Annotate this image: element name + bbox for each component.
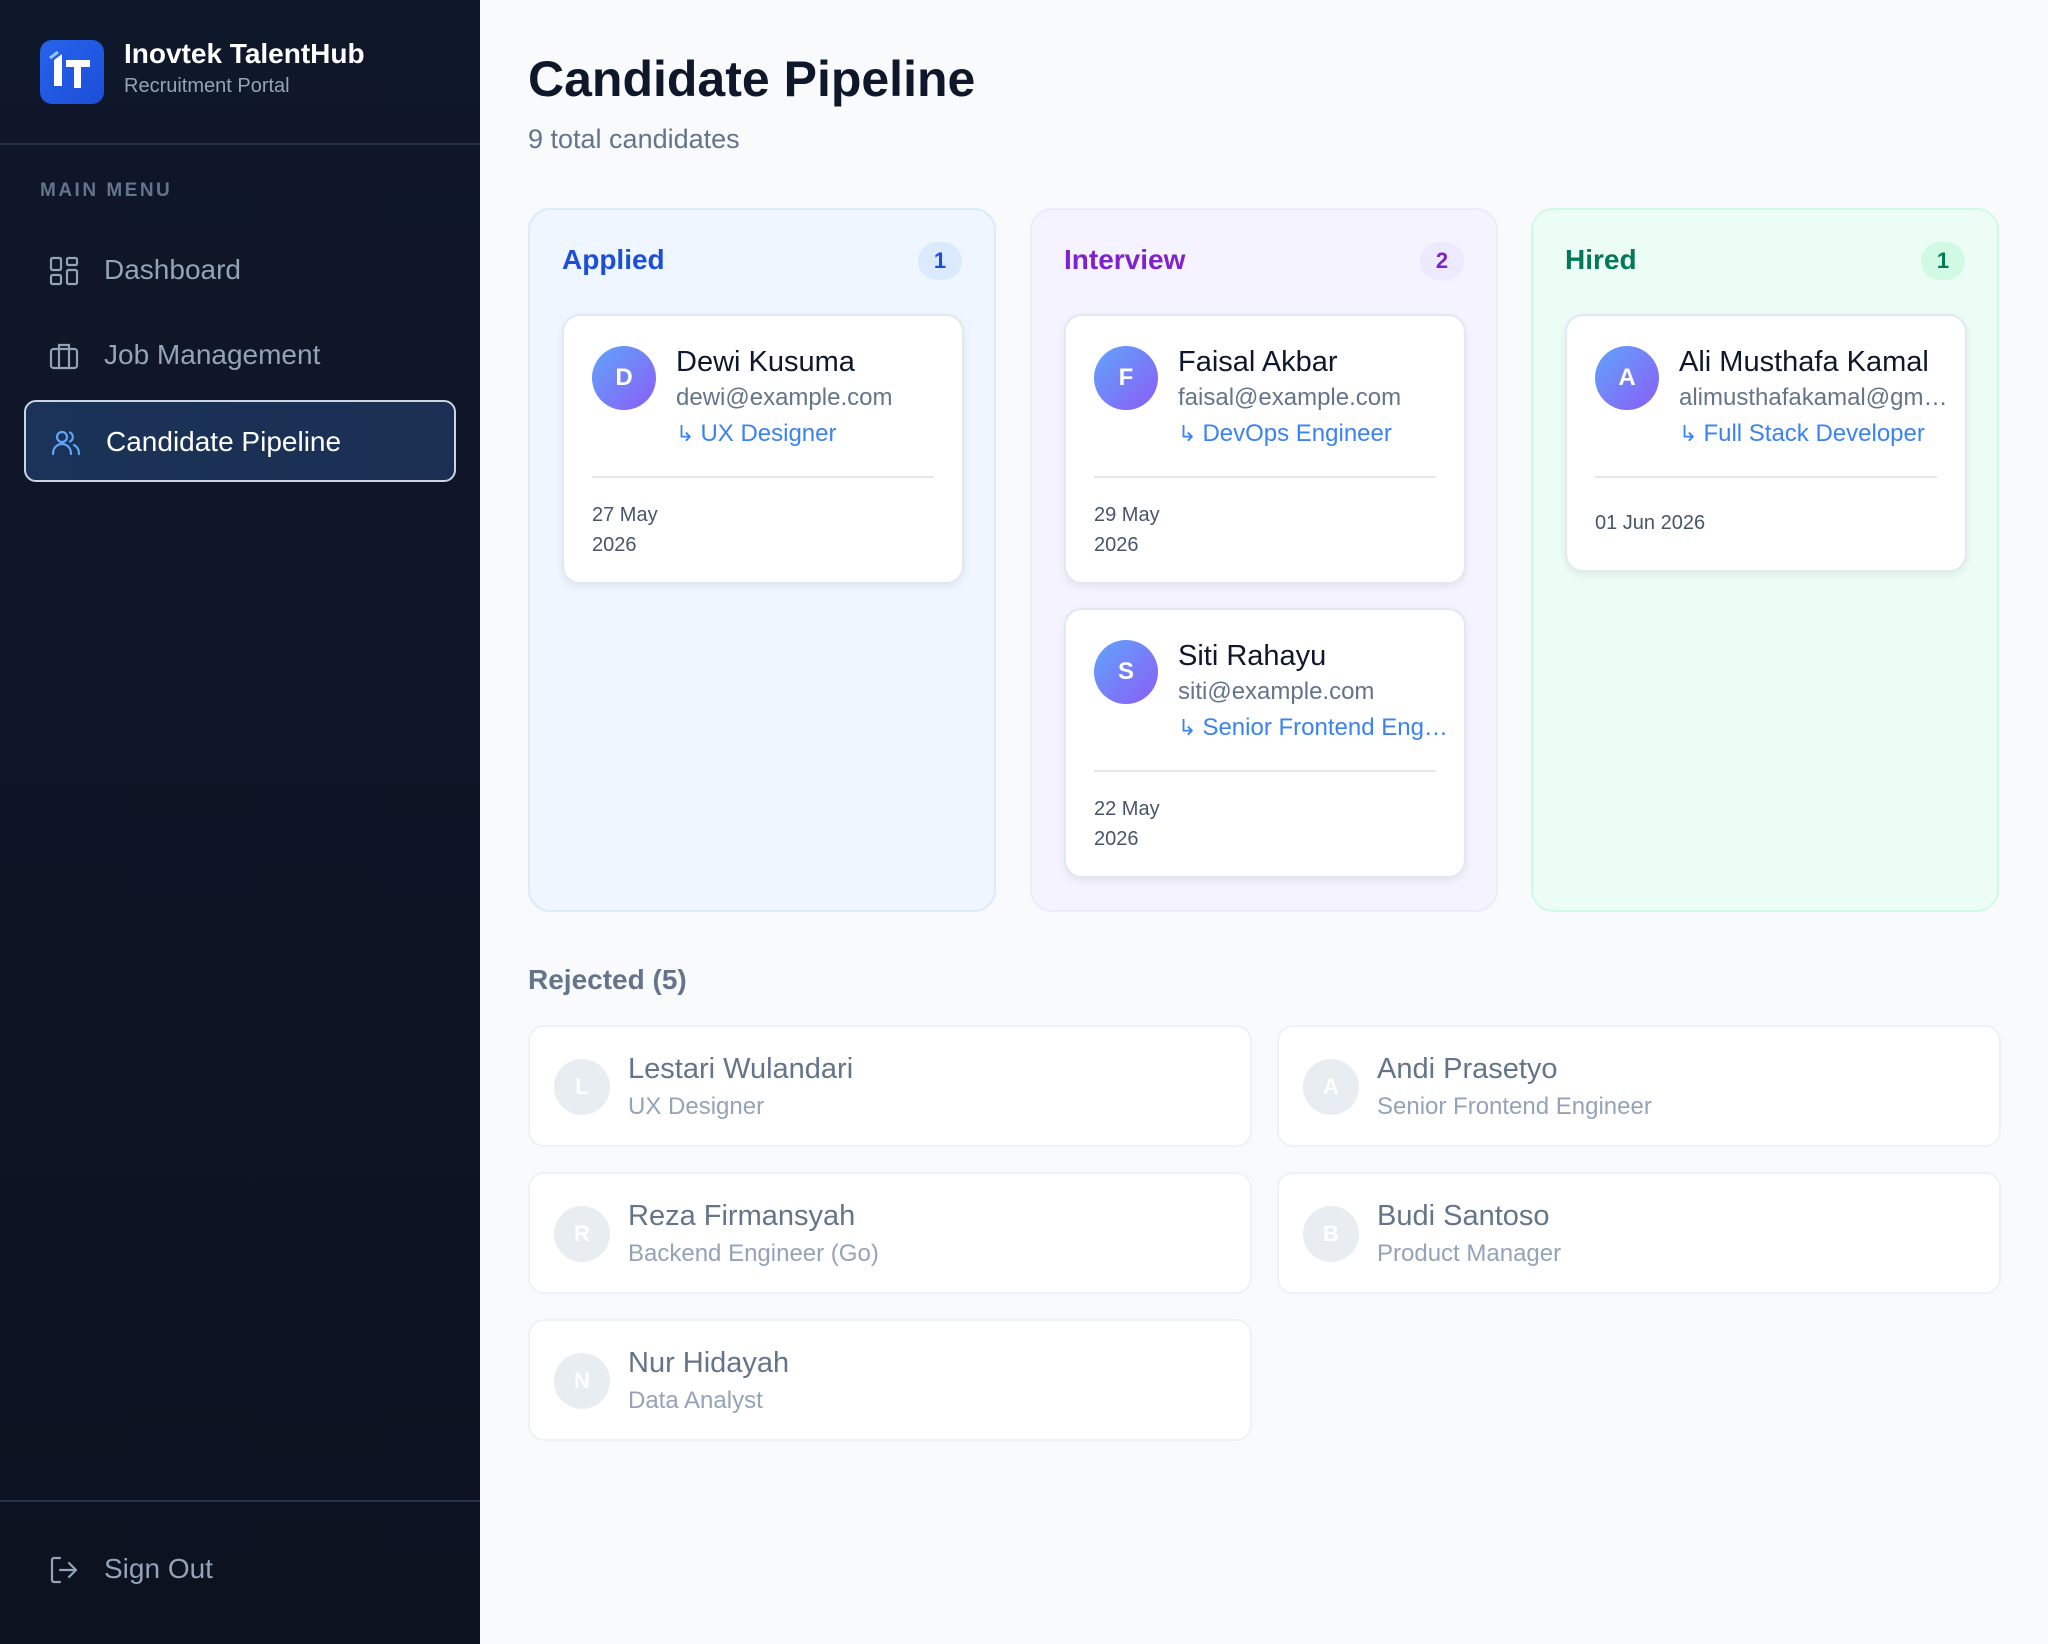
- brand-name: Inovtek TalentHub: [124, 38, 365, 69]
- sidebar-item-label: Candidate Pipeline: [106, 426, 342, 457]
- candidate-role: ↳ Full Stack Developer: [1679, 420, 1949, 448]
- candidate-role-text: Full Stack Developer: [1703, 420, 1925, 447]
- card-divider: [592, 476, 934, 478]
- candidate-role: ↳ DevOps Engineer: [1178, 420, 1448, 448]
- avatar: D: [592, 346, 656, 410]
- candidate-role: ↳ UX Designer: [676, 420, 946, 448]
- pipeline-column-applied: Applied 1 D Dewi Kusuma dewi@example.com…: [528, 208, 996, 912]
- sub-arrow-icon: ↳: [676, 421, 695, 446]
- candidate-name: Lestari Wulandari: [628, 1053, 854, 1085]
- candidate-name: Ali Musthafa Kamal: [1679, 346, 1929, 378]
- avatar: A: [1303, 1059, 1359, 1115]
- candidate-role: Backend Engineer (Go): [628, 1240, 879, 1267]
- candidate-count: 9 total candidates: [528, 124, 740, 154]
- rejected-candidate-card[interactable]: R Reza Firmansyah Backend Engineer (Go): [528, 1172, 1252, 1294]
- column-title: Interview: [1064, 244, 1186, 275]
- grid-icon: [49, 256, 79, 286]
- candidate-email: faisal@example.com: [1178, 384, 1402, 411]
- column-count-badge: 1: [918, 242, 962, 280]
- avatar: S: [1094, 640, 1158, 704]
- users-icon: [51, 430, 81, 456]
- candidate-date: 22 May 2026: [1094, 798, 1160, 850]
- candidate-name: Nur Hidayah: [628, 1347, 790, 1379]
- candidate-date: 29 May 2026: [1094, 504, 1160, 556]
- candidate-name: Budi Santoso: [1377, 1200, 1550, 1232]
- candidate-role: Data Analyst: [628, 1387, 763, 1414]
- candidate-role-text: DevOps Engineer: [1202, 420, 1392, 447]
- avatar: A: [1595, 346, 1659, 410]
- sub-arrow-icon: ↳: [1679, 421, 1698, 446]
- column-count-badge: 2: [1420, 242, 1464, 280]
- candidate-role: Product Manager: [1377, 1240, 1562, 1267]
- candidate-name: Andi Prasetyo: [1377, 1053, 1558, 1085]
- brand-header: Inovtek TalentHub Recruitment Portal: [0, 0, 480, 145]
- sign-out-button[interactable]: Sign Out: [24, 1534, 456, 1604]
- candidate-role-text: Senior Frontend Engineer: [1202, 714, 1448, 741]
- sign-out-icon: [50, 1556, 78, 1584]
- candidate-name: Reza Firmansyah: [628, 1200, 856, 1232]
- avatar: R: [554, 1206, 610, 1262]
- candidate-date: 27 May 2026: [592, 504, 658, 556]
- avatar: N: [554, 1353, 610, 1409]
- sidebar-item-label: Dashboard: [104, 254, 241, 285]
- candidate-name: Siti Rahayu: [1178, 640, 1327, 672]
- candidate-card[interactable]: S Siti Rahayu siti@example.com ↳ Senior F…: [1064, 608, 1466, 878]
- candidate-role: ↳Senior Frontend Engineer: [1178, 714, 1448, 742]
- pipeline-column-interview: Interview 2 F Faisal Akbar faisal@exampl…: [1030, 208, 1498, 912]
- avatar: B: [1303, 1206, 1359, 1262]
- brand-subtitle: Recruitment Portal: [124, 75, 290, 97]
- briefcase-icon: [49, 343, 79, 370]
- sub-arrow-icon: ↳: [1178, 421, 1197, 446]
- candidate-role-text: UX Designer: [700, 420, 837, 447]
- candidate-card[interactable]: D Dewi Kusuma dewi@example.com ↳ UX Desig…: [562, 314, 964, 584]
- rejected-candidate-card[interactable]: L Lestari Wulandari UX Designer: [528, 1025, 1252, 1147]
- sidebar-item-candidate-pipeline[interactable]: Candidate Pipeline: [24, 400, 456, 482]
- page-title: Candidate Pipeline: [528, 51, 976, 107]
- column-title: Hired: [1565, 244, 1637, 275]
- rejected-section-title: Rejected (5): [528, 964, 687, 995]
- column-title: Applied: [562, 244, 665, 275]
- sidebar-footer: Sign Out: [0, 1500, 480, 1644]
- card-divider: [1595, 476, 1937, 478]
- candidate-name: Dewi Kusuma: [676, 346, 855, 378]
- it-logo-icon: [40, 40, 104, 104]
- rejected-candidate-card[interactable]: A Andi Prasetyo Senior Frontend Engineer: [1277, 1025, 2001, 1147]
- card-divider: [1094, 770, 1436, 772]
- pipeline-column-hired: Hired 1 A Ali Musthafa Kamal alimusthafa…: [1531, 208, 1999, 912]
- main-menu-heading: MAIN MENU: [40, 180, 173, 201]
- rejected-candidate-card[interactable]: B Budi Santoso Product Manager: [1277, 1172, 2001, 1294]
- candidate-card[interactable]: F Faisal Akbar faisal@example.com ↳ DevOp…: [1064, 314, 1466, 584]
- candidate-date: 01 Jun 2026: [1595, 512, 1706, 534]
- candidate-email: dewi@example.com: [676, 384, 893, 411]
- candidate-role: UX Designer: [628, 1093, 765, 1120]
- rejected-candidate-card[interactable]: N Nur Hidayah Data Analyst: [528, 1319, 1252, 1441]
- candidate-email: siti@example.com: [1178, 678, 1375, 705]
- sidebar: Inovtek TalentHub Recruitment Portal MAI…: [0, 0, 480, 1644]
- sign-out-label: Sign Out: [104, 1553, 213, 1584]
- sidebar-item-job-management[interactable]: Job Management: [24, 315, 456, 397]
- candidate-email: alimusthafakamal@gmail.com: [1679, 384, 1949, 411]
- avatar: L: [554, 1059, 610, 1115]
- sidebar-item-dashboard[interactable]: Dashboard: [24, 230, 456, 312]
- avatar: F: [1094, 346, 1158, 410]
- candidate-name: Faisal Akbar: [1178, 346, 1338, 378]
- candidate-role: Senior Frontend Engineer: [1377, 1093, 1652, 1120]
- sidebar-item-label: Job Management: [104, 339, 321, 370]
- candidate-card[interactable]: A Ali Musthafa Kamal alimusthafakamal@gm…: [1565, 314, 1967, 572]
- card-divider: [1094, 476, 1436, 478]
- column-count-badge: 1: [1921, 242, 1965, 280]
- sub-arrow-icon: ↳: [1178, 715, 1197, 740]
